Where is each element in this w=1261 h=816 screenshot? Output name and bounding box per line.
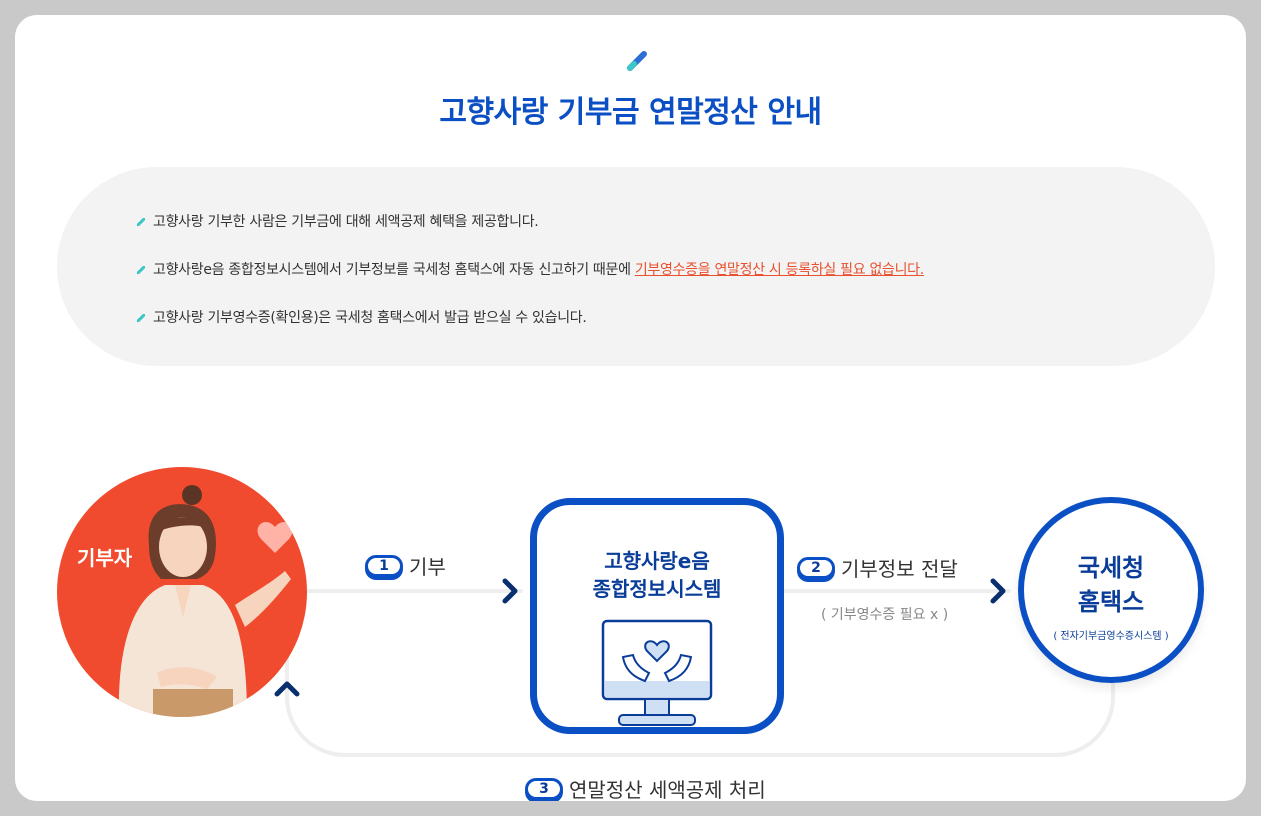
donor-label: 기부자 <box>77 546 133 570</box>
step-2: 2 기부정보 전달 <box>797 553 958 582</box>
step-3: 3 연말정산 세액공제 처리 <box>525 774 766 801</box>
nts-hometax-circle: 국세청 홈택스 ( 전자기부금영수증시스템 ) <box>1018 497 1204 683</box>
info-item: 고향사랑 기부한 사람은 기부금에 대해 세액공제 혜택을 제공합니다. <box>137 211 539 231</box>
info-item: 고향사랑e음 종합정보시스템에서 기부정보를 국세청 홈택스에 자동 신고하기 … <box>137 259 924 279</box>
nts-title: 국세청 홈택스 <box>1024 551 1198 619</box>
flow-line-donor-system <box>305 589 523 593</box>
step-label: 기부 <box>409 555 446 579</box>
pen-bullet-icon <box>137 266 145 274</box>
info-item-text: 고향사랑 기부한 사람은 기부금에 대해 세액공제 혜택을 제공합니다. <box>153 214 539 230</box>
info-item-text: 고향사랑e음 종합정보시스템에서 기부정보를 국세청 홈택스에 자동 신고하기 … <box>153 262 635 278</box>
nts-title-line1: 국세청 <box>1077 554 1145 582</box>
info-box: 고향사랑 기부한 사람은 기부금에 대해 세액공제 혜택을 제공합니다. 고향사… <box>57 167 1215 366</box>
info-highlight-text: 기부영수증을 연말정산 시 등록하실 필요 없습니다. <box>634 262 924 278</box>
receipt-note: ( 기부영수증 필요 x ) <box>821 607 949 623</box>
flow-line-system-nts <box>779 589 1011 593</box>
page-title: 고향사랑 기부금 연말정산 안내 <box>439 95 822 130</box>
system-title-line2: 종합정보시스템 <box>592 577 722 601</box>
pen-icon <box>627 51 647 71</box>
donor-illustration <box>118 485 307 717</box>
monitor-heart-hands-icon <box>601 619 713 726</box>
pen-bullet-icon <box>137 314 145 322</box>
chevron-right-icon <box>502 578 518 604</box>
nts-subtitle: ( 전자기부금영수증시스템 ) <box>1053 631 1169 642</box>
step-label: 기부정보 전달 <box>841 557 958 581</box>
step-number-badge: 2 <box>797 556 835 579</box>
donor-circle <box>57 467 307 717</box>
info-item-text: 고향사랑 기부영수증(확인용)은 국세청 홈택스에서 발급 받으실 수 있습니다… <box>153 310 587 326</box>
step-label: 연말정산 세액공제 처리 <box>569 778 766 801</box>
nts-title-line2: 홈택스 <box>1077 588 1145 616</box>
step-number-badge: 1 <box>365 554 403 577</box>
system-box: 고향사랑e음 종합정보시스템 <box>530 498 784 734</box>
step-number-badge: 3 <box>525 777 563 800</box>
chevron-right-icon <box>990 578 1006 604</box>
step-1: 1 기부 <box>365 551 446 580</box>
info-item: 고향사랑 기부영수증(확인용)은 국세청 홈택스에서 발급 받으실 수 있습니다… <box>137 307 587 327</box>
pen-bullet-icon <box>137 218 145 226</box>
system-title-line1: 고향사랑e음 <box>604 549 710 573</box>
content-card: 고향사랑 기부금 연말정산 안내 고향사랑 기부한 사람은 기부금에 대해 세액… <box>15 15 1246 801</box>
system-title: 고향사랑e음 종합정보시스템 <box>537 547 777 603</box>
chevron-up-icon <box>274 681 300 697</box>
